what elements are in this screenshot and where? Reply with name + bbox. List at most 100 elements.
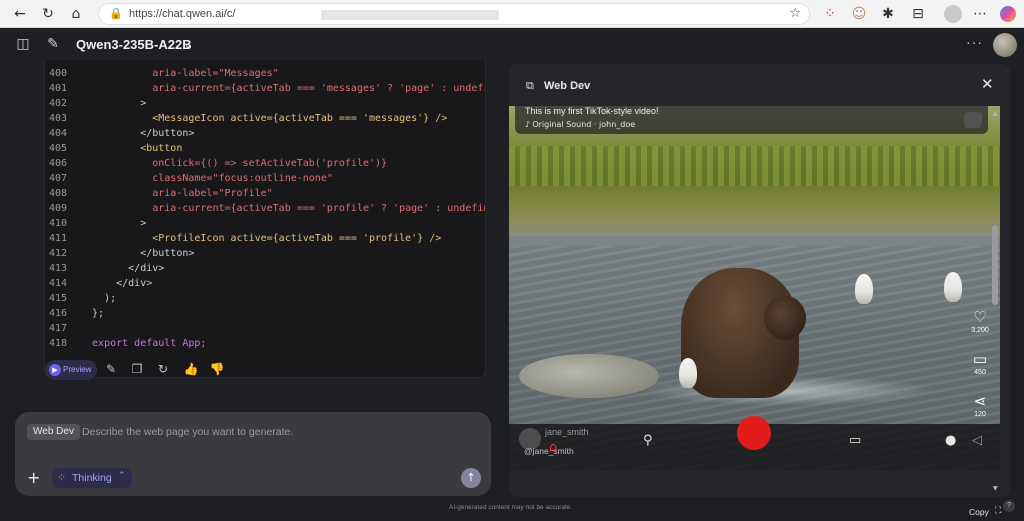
user-avatar[interactable] <box>993 33 1017 57</box>
sidebar-toggle-icon[interactable]: ◫ <box>14 36 32 54</box>
thinking-icon: ⁘ <box>57 471 67 484</box>
close-icon[interactable]: ✕ <box>981 75 994 93</box>
panel-header: ⧉ Web Dev ✕ <box>509 64 1010 106</box>
scroll-up-icon[interactable]: ▲ <box>993 110 998 117</box>
heart-icon: ♡ <box>973 308 987 326</box>
share-count: 120 <box>974 411 986 418</box>
code-block: 400 aria-label="Messages" 401 aria-curre… <box>44 60 486 378</box>
play-icon: ▶ <box>49 364 61 376</box>
copy-icon[interactable]: ❐ <box>129 362 145 378</box>
video-rock <box>519 354 659 398</box>
share-icon: ⋖ <box>973 392 987 410</box>
help-button[interactable]: ? <box>1003 500 1015 512</box>
disclaimer-text: AI-generated content may not be accurate… <box>449 504 573 511</box>
web-dev-tag[interactable]: Web Dev <box>27 424 80 440</box>
back-arrow-icon[interactable]: ← <box>12 6 28 22</box>
chat-input-placeholder[interactable]: Describe the web page you want to genera… <box>82 426 293 438</box>
model-selector[interactable]: Qwen3-235B-A22B <box>76 37 192 52</box>
thumbs-down-icon[interactable]: 👎 <box>209 362 225 378</box>
like-count: 3,200 <box>971 327 989 334</box>
bookmark-star-icon[interactable]: ☆ <box>789 6 801 21</box>
video-menu-button[interactable] <box>964 112 982 128</box>
code-line: 403 <MessageIcon active={activeTab === '… <box>49 113 448 124</box>
seagull <box>679 358 697 388</box>
code-line: 410 > <box>49 218 147 229</box>
like-action[interactable]: ♡ 3,200 <box>967 308 993 334</box>
web-dev-icon: ⧉ <box>526 79 534 92</box>
code-line: 409 aria-current={activeTab === 'profile… <box>49 203 486 214</box>
home-icon[interactable]: ⌂ <box>68 6 84 22</box>
code-line: 416 }; <box>49 308 105 319</box>
edit-icon[interactable]: ✎ <box>103 362 119 378</box>
panel-title: Web Dev <box>544 80 591 92</box>
scrollbar-thumb[interactable] <box>992 225 998 305</box>
scroll-down-icon[interactable]: ▼ <box>993 485 998 492</box>
music-note-icon: ♪ <box>525 120 531 129</box>
record-button[interactable] <box>737 416 771 450</box>
code-line: 401 aria-current={activeTab === 'message… <box>49 83 486 94</box>
plus-icon[interactable]: + <box>27 468 40 487</box>
refresh-icon[interactable]: ↻ <box>40 6 56 22</box>
chevron-down-icon[interactable]: ⌄ <box>183 37 193 51</box>
extension-apps-icon[interactable]: ⁘ <box>822 6 838 22</box>
video-sound: ♪ Original Sound · john_doe <box>525 120 635 129</box>
app-bottom-nav: jane_smith @jane_smith ⌂ ⚲ ▭ ● ◁ <box>509 416 1000 470</box>
code-line: 415 ); <box>49 293 117 304</box>
lock-icon: 🔒 <box>109 7 123 20</box>
app-header: ◫ ✎ Qwen3-235B-A22B ⌄ ··· <box>0 28 1024 62</box>
video-caption-bar: This is my first TikTok-style video! ♪ O… <box>515 106 988 134</box>
code-line: 406 onClick={() => setActiveTab('profile… <box>49 158 388 169</box>
qwen-chat-app: ◫ ✎ Qwen3-235B-A22B ⌄ ··· 400 aria-label… <box>0 28 1024 521</box>
search-icon[interactable]: ⚲ <box>643 433 653 448</box>
url-text: https://chat.qwen.ai/c/ <box>129 8 236 20</box>
preview-label: Preview <box>63 365 92 374</box>
web-dev-panel: ⧉ Web Dev ✕ This is my first TikTok-styl… <box>509 64 1010 497</box>
profile-icon[interactable]: ● <box>945 433 956 448</box>
seagull <box>855 274 873 304</box>
messages-icon[interactable]: ▭ <box>849 433 861 448</box>
more-options-button[interactable]: ··· <box>966 34 983 50</box>
code-line: 414 </div> <box>49 278 153 289</box>
share-action[interactable]: ⋖ 120 <box>967 392 993 418</box>
browser-toolbar: ← ↻ ⌂ 🔒 https://chat.qwen.ai/c/ ☆ ⁘ ☺ ✱ … <box>0 0 1024 28</box>
code-line: 417 <box>49 323 68 334</box>
copy-button[interactable]: Copy <box>969 507 989 517</box>
preview-button[interactable]: ▶ Preview <box>45 360 97 380</box>
puzzle-extensions-icon[interactable]: ✱ <box>880 6 896 22</box>
url-redacted <box>321 10 499 20</box>
comment-action[interactable]: ▭ 450 <box>967 350 993 376</box>
code-line: 404 </button> <box>49 128 195 139</box>
comment-icon: ▭ <box>972 350 988 368</box>
home-icon[interactable]: ⌂ <box>549 440 557 455</box>
copilot-icon[interactable] <box>1000 6 1016 22</box>
comment-count: 450 <box>974 369 986 376</box>
more-options-icon[interactable]: ⋯ <box>972 6 988 22</box>
thumbs-up-icon[interactable]: 👍 <box>183 362 199 378</box>
split-screen-icon[interactable]: ⊟ <box>910 6 926 22</box>
video-caption: This is my first TikTok-style video! <box>525 106 659 116</box>
code-line: 407 className="focus:outline-none" <box>49 173 333 184</box>
video-grass-texture <box>509 146 1000 186</box>
address-bar[interactable]: 🔒 https://chat.qwen.ai/c/ ☆ <box>98 3 810 25</box>
volume-icon[interactable]: ◁ <box>972 433 982 448</box>
video-preview[interactable]: This is my first TikTok-style video! ♪ O… <box>509 106 1000 470</box>
code-line: 402 > <box>49 98 147 109</box>
chevron-up-icon[interactable]: ⌃ <box>118 471 126 481</box>
new-chat-icon[interactable]: ✎ <box>44 36 62 54</box>
chat-input-box[interactable]: Web Dev Describe the web page you want t… <box>15 412 491 496</box>
sound-label: Original Sound · john_doe <box>532 120 636 129</box>
video-bear-head <box>764 296 806 340</box>
expand-icon[interactable]: ⛶ <box>995 506 1001 516</box>
code-line: 418 export default App; <box>49 338 207 349</box>
thinking-toggle[interactable]: ⁘ Thinking ⌃ <box>52 468 132 488</box>
extension-icon[interactable]: ☺ <box>851 6 867 22</box>
code-line: 412 </button> <box>49 248 195 259</box>
video-overlay-user: jane_smith <box>545 427 589 437</box>
code-line: 413 </div> <box>49 263 165 274</box>
code-line: 411 <ProfileIcon active={activeTab === '… <box>49 233 442 244</box>
profile-avatar[interactable] <box>944 5 962 23</box>
seagull <box>944 272 962 302</box>
thinking-label: Thinking <box>72 472 112 484</box>
regenerate-icon[interactable]: ↻ <box>155 362 171 378</box>
send-button[interactable]: ↑ <box>461 468 481 488</box>
